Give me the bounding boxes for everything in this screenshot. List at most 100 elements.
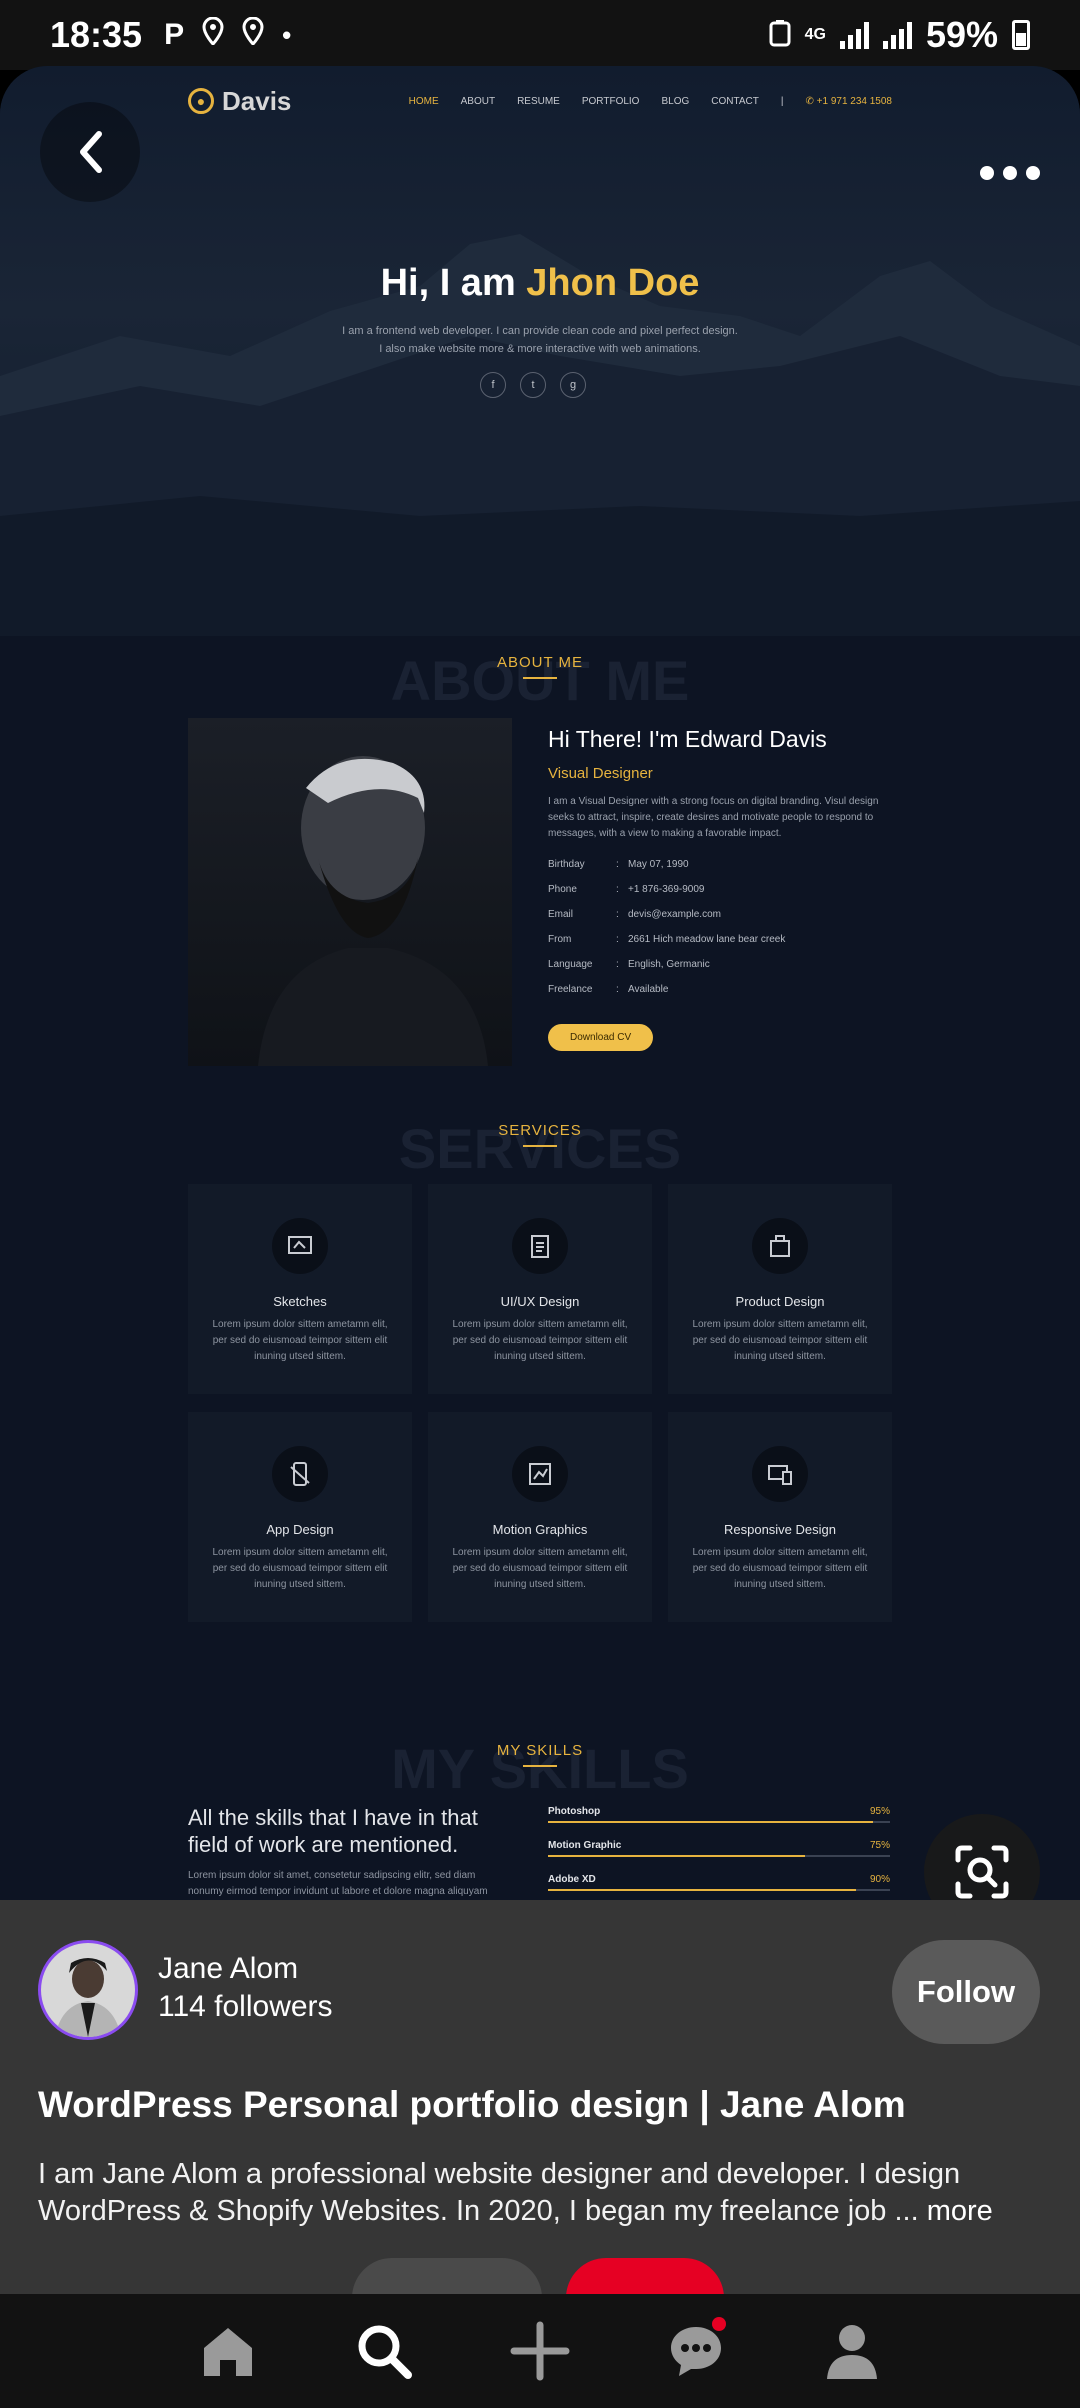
website-nav-portfolio: PORTFOLIO	[581, 95, 640, 107]
hero-subtitle: I am a frontend web developer. I can pro…	[300, 322, 780, 358]
visual-search-button[interactable]	[924, 1814, 1040, 1902]
skill-fill	[548, 1821, 873, 1823]
visit-button[interactable]	[352, 2258, 542, 2294]
services-section-heading: SERVICES SERVICES	[0, 1117, 1080, 1180]
fact-key: Language	[548, 959, 593, 970]
service-card: Product Design Lorem ipsum dolor sittem …	[668, 1184, 892, 1394]
fact-row: Phone: +1 876-369-9009	[548, 877, 888, 902]
about-label: ABOUT ME	[496, 654, 584, 671]
author-info[interactable]: Jane Alom 114 followers	[158, 1952, 333, 2024]
back-button[interactable]	[40, 102, 140, 202]
about-facts: Birthday: May 07, 1990 Phone: +1 876-369-9…	[548, 852, 888, 1002]
service-title: Sketches	[273, 1294, 327, 1309]
skill-percent: 95%	[869, 1806, 890, 1817]
skills-heading: All the skills that I have in that field…	[188, 1805, 478, 1857]
mobile-app-icon	[272, 1446, 328, 1502]
status-time: 18:35	[50, 14, 143, 55]
save-button[interactable]	[566, 2258, 724, 2294]
profile-icon	[827, 2325, 877, 2379]
github-icon: g	[560, 372, 586, 398]
fact-row: Freelance: Available	[548, 977, 888, 1002]
skill-percent: 90%	[869, 1874, 890, 1885]
nav-search[interactable]	[344, 2311, 424, 2391]
heading-underline	[523, 1145, 557, 1147]
service-title: Product Design	[735, 1294, 825, 1309]
status-bar: 18:35 P • 4G 59%	[0, 0, 1080, 70]
about-greeting: Hi There! I'm Edward Davis	[548, 726, 827, 752]
website-nav: ● Davis HOME ABOUT RESUME PORTFOLIO BLOG…	[188, 76, 892, 126]
more-dot	[980, 166, 994, 180]
skill-percent: 75%	[869, 1840, 890, 1851]
status-left-icons: P •	[164, 16, 291, 53]
skills-list: Photoshop 95% Motion Graphic 75% Adobe XD 9…	[548, 1806, 890, 1902]
signal-icon	[882, 21, 912, 49]
about-content: Hi There! I'm Edward Davis Visual Design…	[548, 726, 888, 1051]
website-logo: ● Davis	[188, 86, 291, 117]
home-icon	[204, 2328, 252, 2376]
hero-background: ● Davis HOME ABOUT RESUME PORTFOLIO BLOG…	[0, 66, 1080, 636]
fact-separator: :	[616, 934, 619, 945]
service-title: Responsive Design	[723, 1522, 836, 1537]
website-nav-blog: BLOG	[661, 95, 690, 107]
responsive-devices-icon	[752, 1446, 808, 1502]
download-cv-button: Download CV	[548, 1024, 654, 1051]
more-options-button[interactable]	[980, 166, 1040, 180]
pin-description-text: I am Jane Alom a professional website de…	[38, 2158, 961, 2227]
nav-create[interactable]	[500, 2311, 580, 2391]
hero-social-icons: f t g	[480, 372, 586, 398]
hero-subtitle-line: I also make website more & more interact…	[379, 343, 701, 355]
service-desc: Lorem ipsum dolor sittem ametamn elit, p…	[692, 1547, 868, 1590]
services-label: SERVICES	[498, 1122, 582, 1139]
service-title: UI/UX Design	[500, 1294, 580, 1309]
service-card: UI/UX Design Lorem ipsum dolor sittem am…	[428, 1184, 652, 1394]
author-avatar[interactable]	[38, 1940, 138, 2040]
skill-track	[548, 1855, 890, 1857]
network-type: 4G	[804, 26, 826, 43]
fact-row: Language: English, Germanic	[548, 952, 888, 977]
about-section-heading: ABOUT ME ABOUT ME	[0, 649, 1080, 712]
skill-track	[548, 1889, 890, 1891]
nav-home[interactable]	[188, 2311, 268, 2391]
service-desc: Lorem ipsum dolor sittem ametamn elit, p…	[212, 1547, 388, 1590]
pin-details-sheet: Jane Alom 114 followers Follow WordPress…	[0, 1900, 1080, 2294]
chevron-left-icon	[80, 131, 102, 173]
fact-separator: :	[616, 984, 619, 995]
notification-dot	[712, 2317, 726, 2331]
fact-separator: :	[616, 859, 619, 870]
location-icon	[202, 16, 224, 53]
author-name[interactable]: Jane Alom	[158, 1952, 333, 1986]
website-phone-number: +1 971 234 1508	[816, 95, 892, 107]
more-link[interactable]: more	[927, 2195, 993, 2227]
data-saver-icon	[769, 14, 791, 56]
more-dot	[1026, 166, 1040, 180]
skills-section-heading: MY SKILLS MY SKILLS	[0, 1737, 1080, 1800]
nav-messages[interactable]	[656, 2311, 736, 2391]
skill-name: Adobe XD	[548, 1874, 596, 1885]
bottom-navigation	[0, 2294, 1080, 2408]
motion-graphics-icon	[512, 1446, 568, 1502]
nav-profile[interactable]	[812, 2311, 892, 2391]
service-card: Responsive Design Lorem ipsum dolor sitt…	[668, 1412, 892, 1622]
more-dot	[1003, 166, 1017, 180]
skill-fill	[548, 1889, 856, 1891]
sketch-icon	[272, 1218, 328, 1274]
service-desc: Lorem ipsum dolor sittem ametamn elit, p…	[452, 1547, 628, 1590]
pin-image[interactable]: ● Davis HOME ABOUT RESUME PORTFOLIO BLOG…	[0, 66, 1080, 1902]
author-followers: 114 followers	[158, 1990, 333, 2023]
fact-value: 2661 Hich meadow lane bear creek	[628, 934, 786, 945]
fact-value: +1 876-369-9009	[628, 884, 705, 895]
website-nav-contact: CONTACT	[711, 95, 759, 107]
twitter-icon: t	[520, 372, 546, 398]
website-nav-home: HOME	[408, 95, 439, 107]
follow-button[interactable]: Follow	[892, 1940, 1040, 2044]
status-right: 4G 59%	[769, 14, 1030, 56]
fact-separator: :	[616, 959, 619, 970]
battery-percent: 59%	[925, 14, 998, 55]
fact-value: English, Germanic	[628, 959, 710, 970]
battery-icon	[1012, 20, 1030, 50]
fact-value: May 07, 1990	[628, 859, 689, 870]
fact-separator: :	[616, 884, 619, 895]
fact-row: From:2661 Hich meadow lane bear creek	[548, 927, 888, 952]
heading-underline	[523, 1765, 557, 1767]
visual-search-icon	[955, 1845, 1009, 1899]
